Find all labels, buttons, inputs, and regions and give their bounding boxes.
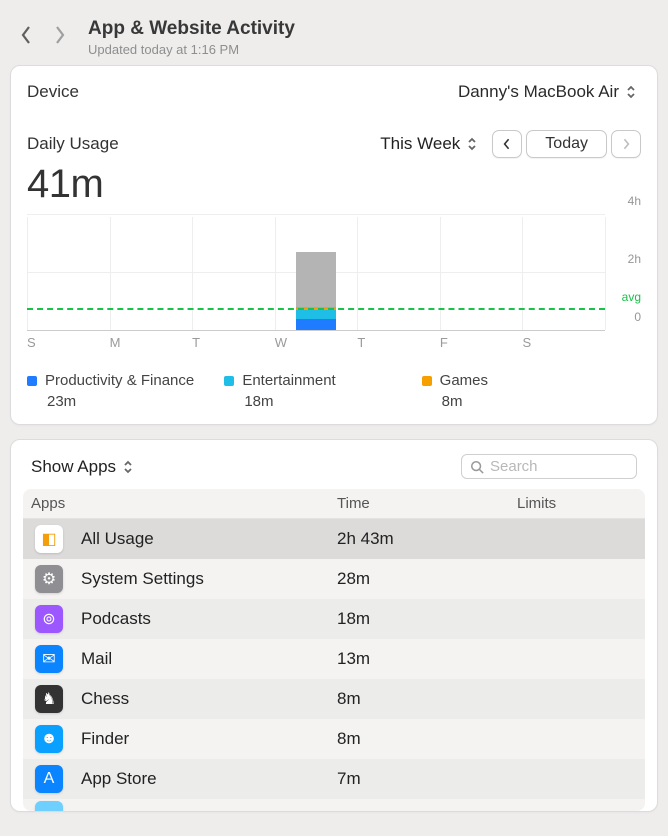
table-row[interactable]: ☻ Finder8m xyxy=(23,719,645,759)
app-icon: ☻ xyxy=(35,725,63,753)
show-apps-popup[interactable]: Show Apps xyxy=(31,457,138,477)
app-time: 8m xyxy=(337,689,517,709)
x-tick: T xyxy=(357,335,440,350)
device-row: Device Danny's MacBook Air xyxy=(27,80,641,104)
prev-period-button[interactable] xyxy=(492,130,522,158)
updown-icon xyxy=(466,136,482,152)
device-label: Device xyxy=(27,82,79,102)
app-icon: ⚙ xyxy=(35,565,63,593)
app-name: Mail xyxy=(81,649,337,669)
screen-time-pane: App & Website Activity Updated today at … xyxy=(0,0,668,836)
search-input[interactable] xyxy=(490,458,668,475)
chart-legend: Productivity & Finance 23m Entertainment 18… xyxy=(27,372,641,410)
col-apps[interactable]: Apps xyxy=(31,495,337,512)
app-time: 18m xyxy=(337,609,517,629)
x-tick: T xyxy=(192,335,275,350)
x-tick: W xyxy=(275,335,358,350)
usage-card: Device Danny's MacBook Air Daily Usage T… xyxy=(10,65,658,425)
x-tick: M xyxy=(110,335,193,350)
x-tick: S xyxy=(27,335,110,350)
date-nav: Today xyxy=(492,130,641,158)
app-icon: ◧ xyxy=(35,525,63,553)
legend-value: 8m xyxy=(442,393,605,410)
table-row[interactable]: ✉ Mail13m xyxy=(23,639,645,679)
title-text: App & Website Activity Updated today at … xyxy=(88,18,295,57)
page-subtitle: Updated today at 1:16 PM xyxy=(88,42,295,57)
y-tick: 0 xyxy=(634,310,641,324)
period-controls: This Week Today xyxy=(380,130,641,158)
y-tick: 4h xyxy=(628,194,641,208)
legend-item[interactable]: Games 8m xyxy=(422,372,605,410)
legend-item[interactable]: Productivity & Finance 23m xyxy=(27,372,210,410)
period-popup[interactable]: This Week xyxy=(380,134,482,154)
app-time: 7m xyxy=(337,769,517,789)
app-icon xyxy=(35,801,63,811)
legend-swatch xyxy=(422,376,432,386)
device-selected: Danny's MacBook Air xyxy=(458,82,619,102)
today-button[interactable]: Today xyxy=(526,130,607,158)
x-tick: F xyxy=(440,335,523,350)
table-row[interactable]: ⊚ Podcasts18m xyxy=(23,599,645,639)
app-name: Chess xyxy=(81,689,337,709)
search-field[interactable] xyxy=(461,454,637,479)
usage-header: Daily Usage This Week Today xyxy=(27,130,641,158)
updown-icon xyxy=(625,84,641,100)
app-time: 2h 43m xyxy=(337,529,517,549)
legend-swatch xyxy=(224,376,234,386)
app-time: 13m xyxy=(337,649,517,669)
app-name: Podcasts xyxy=(81,609,337,629)
usage-chart: 02h4havg xyxy=(27,215,641,331)
apps-table: Apps Time Limits ◧ All Usage2h 43m ⚙ System… xyxy=(23,489,645,811)
x-tick: S xyxy=(522,335,605,350)
period-selected: This Week xyxy=(380,134,460,154)
show-apps-label: Show Apps xyxy=(31,457,116,477)
table-row[interactable]: A App Store7m xyxy=(23,759,645,799)
nav-arrows xyxy=(18,25,78,51)
chart-xaxis: SMTWTFS xyxy=(27,335,641,350)
titlebar: App & Website Activity Updated today at … xyxy=(10,0,658,65)
app-name: Finder xyxy=(81,729,337,749)
apps-card: Show Apps Apps Time Li xyxy=(10,439,658,812)
table-row[interactable]: ♞ Chess8m xyxy=(23,679,645,719)
usage-label: Daily Usage xyxy=(27,134,119,154)
table-row[interactable]: ◧ All Usage2h 43m xyxy=(23,519,645,559)
app-time: 28m xyxy=(337,569,517,589)
usage-total: 41m xyxy=(27,162,641,207)
legend-name: Entertainment xyxy=(242,372,335,389)
app-icon: ⊚ xyxy=(35,605,63,633)
legend-swatch xyxy=(27,376,37,386)
apps-table-header: Apps Time Limits xyxy=(23,489,645,519)
legend-name: Games xyxy=(440,372,488,389)
search-icon xyxy=(470,460,484,474)
forward-button[interactable] xyxy=(54,25,70,51)
legend-value: 18m xyxy=(244,393,407,410)
table-row[interactable]: ⚙ System Settings28m xyxy=(23,559,645,599)
page-title: App & Website Activity xyxy=(88,18,295,40)
app-icon: ✉ xyxy=(35,645,63,673)
app-name: App Store xyxy=(81,769,337,789)
app-time: 8m xyxy=(337,729,517,749)
app-icon: A xyxy=(35,765,63,793)
app-name: System Settings xyxy=(81,569,337,589)
device-popup[interactable]: Danny's MacBook Air xyxy=(458,80,641,104)
apps-top: Show Apps xyxy=(23,452,645,489)
legend-value: 23m xyxy=(47,393,210,410)
app-name: All Usage xyxy=(81,529,337,549)
legend-item[interactable]: Entertainment 18m xyxy=(224,372,407,410)
y-tick: 2h xyxy=(628,252,641,266)
app-icon: ♞ xyxy=(35,685,63,713)
table-row[interactable] xyxy=(23,799,645,811)
col-time[interactable]: Time xyxy=(337,495,517,512)
legend-name: Productivity & Finance xyxy=(45,372,194,389)
avg-label: avg xyxy=(622,290,641,304)
chart-bar[interactable] xyxy=(296,252,336,330)
next-period-button[interactable] xyxy=(611,130,641,158)
updown-icon xyxy=(122,459,138,475)
back-button[interactable] xyxy=(20,25,36,51)
col-limits[interactable]: Limits xyxy=(517,495,637,512)
